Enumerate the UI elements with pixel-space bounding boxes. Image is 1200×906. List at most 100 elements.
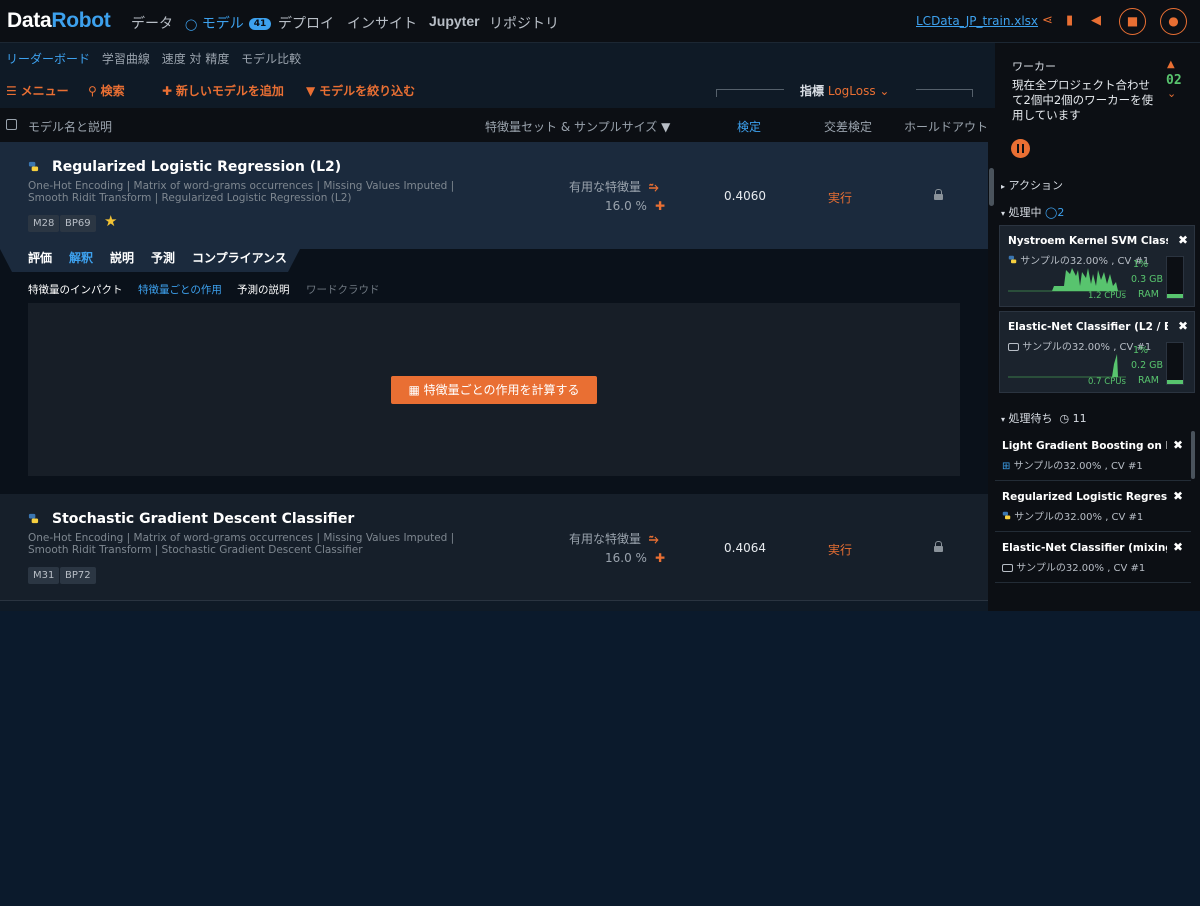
project-file-link[interactable]: LCData_JP_train.xlsx (916, 14, 1038, 28)
ram-meter (1166, 256, 1184, 299)
plus-icon: ✚ (654, 199, 665, 213)
tab-compliance[interactable]: コンプライアンス (192, 249, 287, 266)
col-model-name[interactable]: モデル名と説明 (28, 118, 112, 135)
megaphone-icon[interactable]: ◀ (1091, 13, 1101, 28)
job-sample-label: サンプルの32.00% , CV #1 (1014, 512, 1144, 523)
queued-section[interactable]: ▾ 処理待ち ◷ 11 (1001, 410, 1087, 426)
metric-selector[interactable]: 指標 LogLoss ⌄ (800, 82, 889, 99)
subtab-word-cloud[interactable]: ワードクラウド (306, 282, 380, 297)
memory-used: 0.2 GB (1131, 360, 1164, 371)
worker-panel-scrollbar[interactable] (1191, 431, 1195, 479)
close-icon[interactable]: ✖ (1173, 438, 1183, 452)
nav-data[interactable]: データ (131, 13, 173, 33)
python-icon (28, 161, 39, 172)
pause-queue-button[interactable] (1011, 139, 1030, 158)
col-featureset[interactable]: 特徴量セット & サンプルサイズ ▼ (485, 118, 670, 135)
subtab-speed-accuracy[interactable]: 速度 対 精度 (162, 52, 230, 66)
job-title: Nystroem Kernel SVM Classifier ... (1008, 235, 1168, 247)
col-cross-validation[interactable]: 交差検定 (824, 118, 872, 135)
featureset-cell[interactable]: 有用な特徴量 ⥲ (569, 178, 659, 195)
search-button[interactable]: ⚲ 検索 (88, 82, 125, 99)
tab-understand[interactable]: 解釈 (69, 249, 93, 266)
table-row[interactable]: Regularized Logistic Regression (L2) One… (0, 142, 988, 249)
job-subtitle: サンプルの32.00% , CV #1 (1002, 508, 1143, 523)
nav-jupyter[interactable]: Jupyter (429, 13, 480, 29)
subtab-leaderboard[interactable]: リーダーボード (6, 52, 90, 66)
job-title: Light Gradient Boosting on Elastic... (1002, 440, 1167, 452)
book-icon[interactable]: ▮ (1066, 13, 1073, 28)
validation-score: 0.4060 (724, 189, 766, 203)
lock-icon (934, 541, 943, 552)
nav-repository[interactable]: リポジトリ (489, 13, 559, 33)
add-model-button[interactable]: ✚ 新しいモデルを追加 (162, 82, 284, 99)
nav-insight[interactable]: インサイト (347, 13, 417, 33)
close-icon[interactable]: ✖ (1178, 233, 1188, 247)
model-name[interactable]: Stochastic Gradient Descent Classifier (52, 511, 354, 527)
job-sample-label: サンプルの32.00% , CV #1 (1013, 461, 1143, 472)
table-row[interactable]: Stochastic Gradient Descent Classifier O… (0, 494, 988, 601)
lock-icon (934, 189, 943, 200)
star-icon[interactable]: ★ (104, 212, 117, 230)
model-id-tag: M31 (28, 567, 60, 584)
processing-count: 2 (1057, 206, 1065, 219)
featureset-label: 有用な特徴量 (569, 180, 642, 194)
sample-size-cell[interactable]: 16.0 % ✚ (605, 199, 665, 213)
subtab-prediction-explanations[interactable]: 予測の説明 (237, 282, 290, 297)
scrollbar-thumb[interactable] (989, 168, 994, 206)
run-cv-button[interactable]: 実行 (828, 189, 852, 206)
model-name[interactable]: Regularized Logistic Regression (L2) (52, 159, 341, 175)
folder-icon[interactable]: ■ (1119, 8, 1146, 35)
add-model-label: 新しいモデルを追加 (175, 84, 284, 98)
ram-meter (1166, 342, 1184, 385)
leaderboard-scrollbar[interactable] (988, 142, 995, 611)
python-icon (1002, 511, 1011, 520)
close-icon[interactable]: ✖ (1178, 319, 1188, 333)
chevron-up-icon[interactable]: ▲ (1167, 59, 1175, 70)
tab-evaluate[interactable]: 評価 (28, 249, 52, 266)
run-cv-button[interactable]: 実行 (828, 541, 852, 558)
cpu-usage-graph (1008, 354, 1126, 378)
subtab-model-compare[interactable]: モデル比較 (241, 52, 301, 66)
datarobot-logo[interactable]: DataRobot (7, 9, 111, 33)
user-icon[interactable]: ● (1160, 8, 1187, 35)
compute-feature-effects-label: 特徴量ごとの作用を計算する (423, 383, 580, 397)
blueprint-description: One-Hot Encoding | Matrix of word-grams … (28, 532, 455, 544)
chevron-down-icon[interactable]: ⌄ (1167, 87, 1176, 100)
close-icon[interactable]: ✖ (1173, 489, 1183, 503)
metric-value: LogLoss (827, 84, 876, 98)
cpu-percent: 1% (1133, 345, 1149, 356)
tab-predict[interactable]: 予測 (151, 249, 175, 266)
metric-bracket-right (916, 89, 973, 97)
filter-models-button[interactable]: ▼ モデルを絞り込む (306, 82, 415, 99)
nav-deploy[interactable]: デプロイ (278, 13, 334, 33)
subtab-feature-effects[interactable]: 特徴量ごとの作用 (138, 282, 222, 297)
col-featureset-label: 特徴量セット & サンプルサイズ (485, 120, 658, 134)
subtab-learning-curve[interactable]: 学習曲線 (102, 52, 150, 66)
select-all-checkbox[interactable] (6, 119, 17, 130)
logo-text-data: Data (7, 9, 52, 32)
model-detail-panel: 評価 解釈 説明 予測 コンプライアンス 特徴量のインパクト 特徴量ごとの作用 … (0, 249, 988, 494)
processing-section[interactable]: ▾ 処理中 ◯2 (1001, 204, 1064, 220)
col-holdout[interactable]: ホールドアウト (904, 118, 988, 135)
share-icon[interactable]: ⋖ (1042, 13, 1053, 28)
job-title: Regularized Logistic Regression (... (1002, 491, 1167, 503)
close-icon[interactable]: ✖ (1173, 540, 1183, 554)
tree-icon: ⊞ (1002, 461, 1011, 472)
col-validation[interactable]: 検定 (737, 118, 761, 135)
nav-models[interactable]: ◯ モデル 41 (185, 13, 272, 33)
compute-feature-effects-button[interactable]: ▦ 特徴量ごとの作用を計算する (391, 376, 597, 404)
cpu-percent: 1% (1133, 259, 1149, 270)
tab-describe[interactable]: 説明 (110, 249, 134, 266)
subtab-bar: リーダーボード 学習曲線 速度 対 精度 モデル比較 (6, 50, 309, 67)
worker-title: ワーカー (1012, 60, 1056, 73)
subtab-feature-impact[interactable]: 特徴量のインパクト (28, 282, 123, 297)
featureset-cell[interactable]: 有用な特徴量 ⥲ (569, 530, 659, 547)
job-subtitle: サンプルの32.00% , CV #1 (1002, 559, 1145, 574)
cpu-label: 1.2 CPUs (1088, 291, 1126, 301)
actions-section[interactable]: ▸ アクション (1001, 177, 1063, 193)
menu-button[interactable]: ☰ メニュー (6, 82, 69, 99)
blueprint-id-tag: BP69 (60, 215, 96, 232)
sample-size-cell[interactable]: 16.0 % ✚ (605, 551, 665, 565)
plus-icon: ✚ (162, 84, 173, 98)
job-title: Elastic-Net Classifier (mixing alph... (1002, 542, 1167, 554)
